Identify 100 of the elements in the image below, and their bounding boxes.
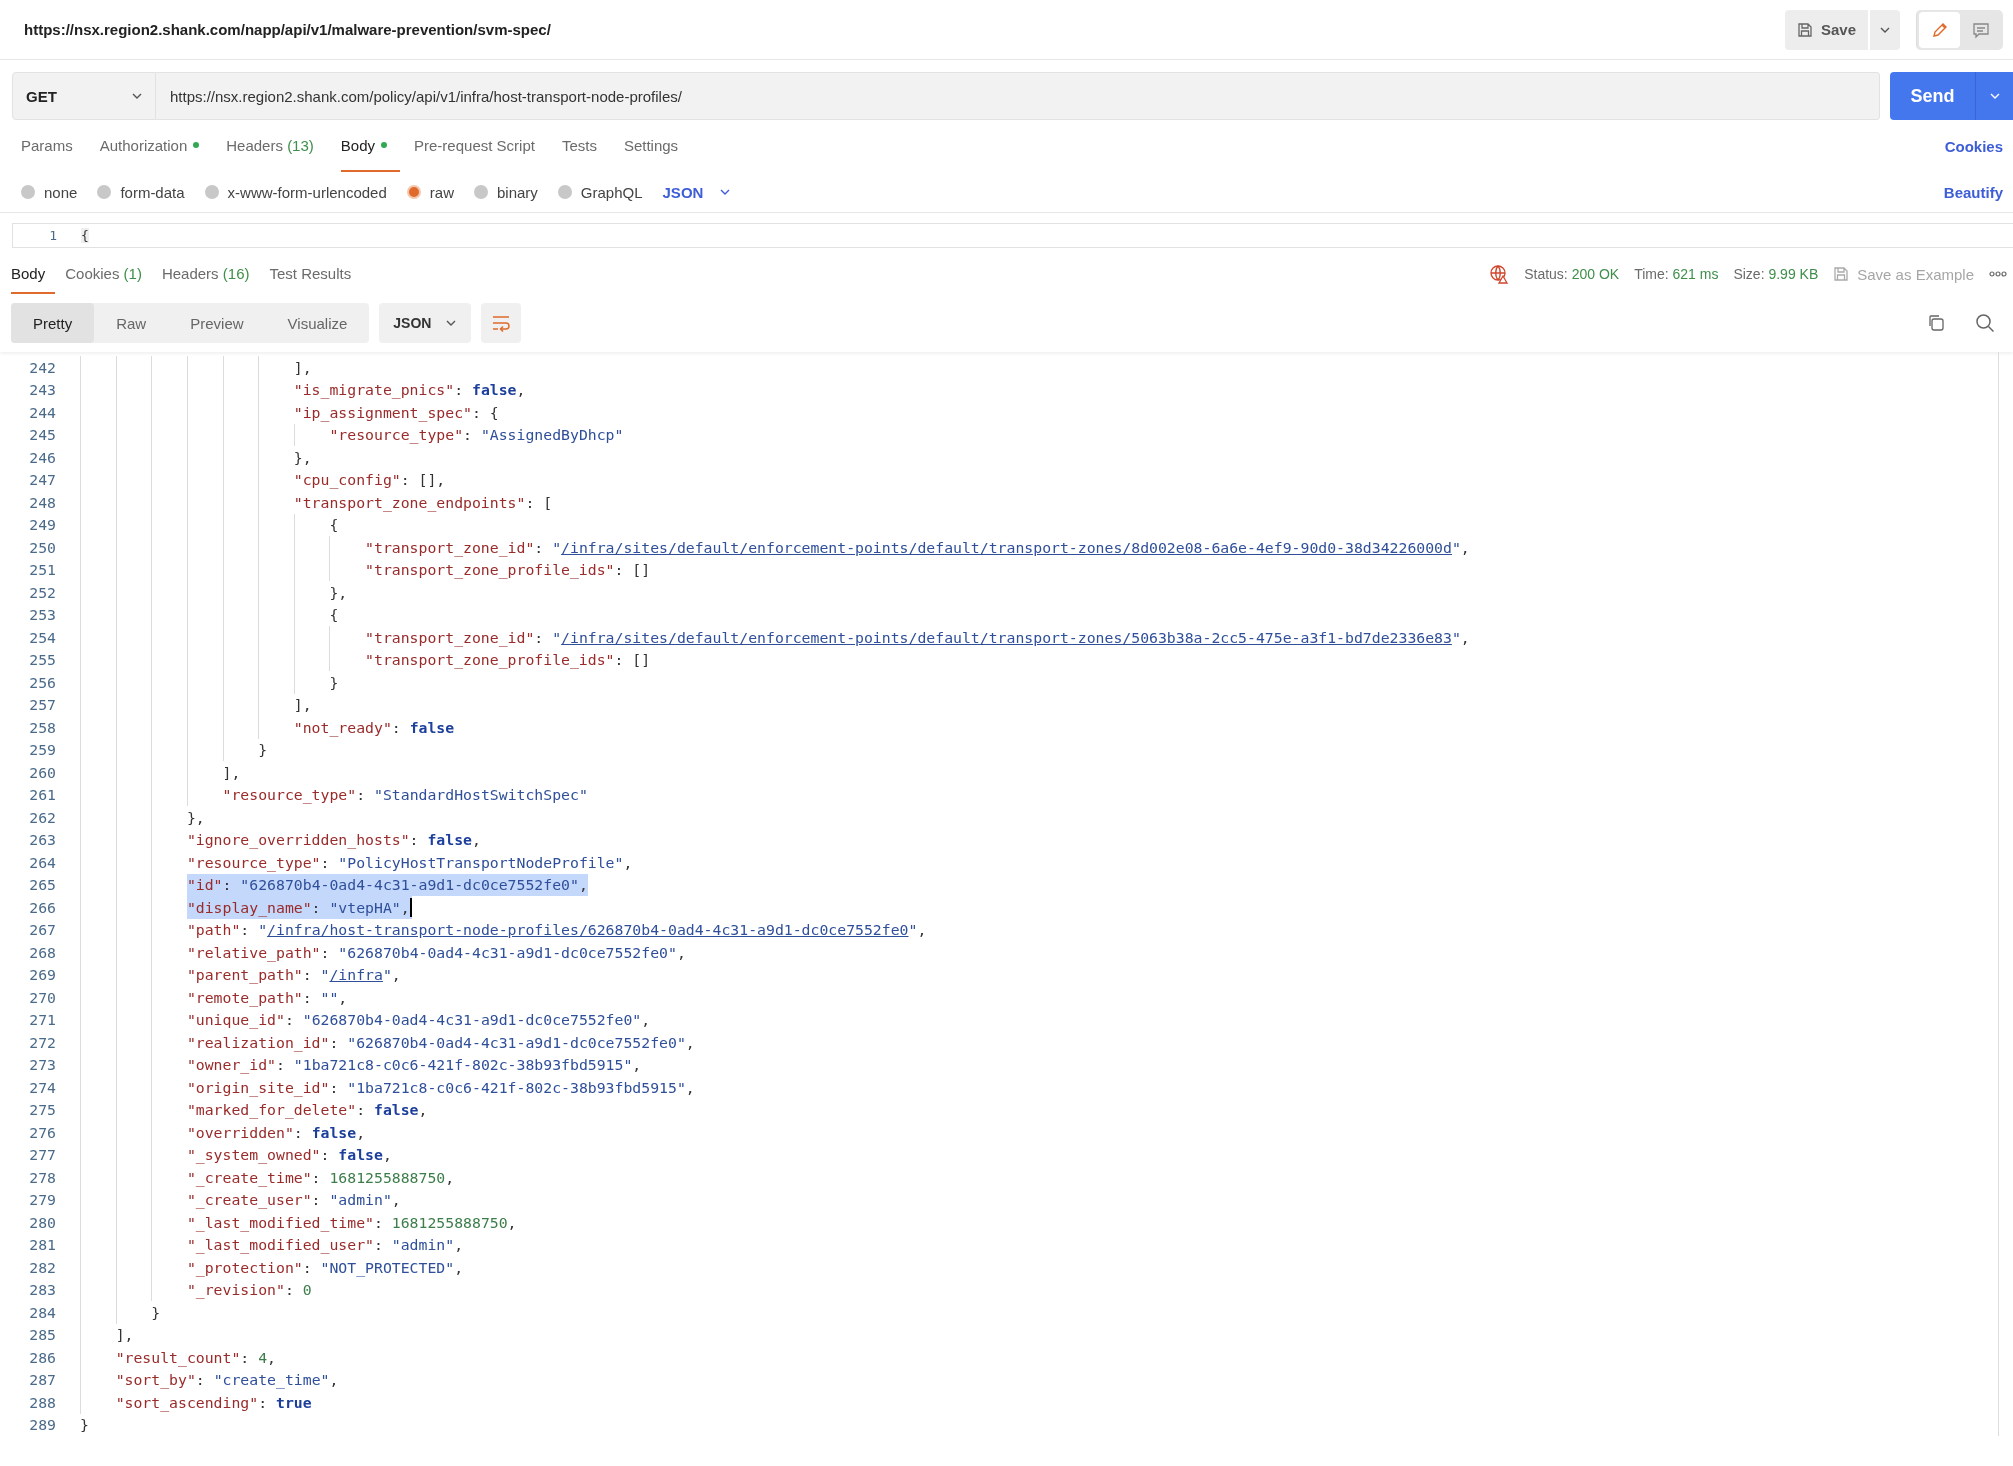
json-punctuation: : <box>356 1101 367 1119</box>
comment-icon <box>1971 20 1990 39</box>
view-mode-tab[interactable]: Visualize <box>265 303 370 343</box>
line-number: 273 <box>28 1056 56 1074</box>
json-punctuation: ], <box>222 763 241 781</box>
json-key: "resource_type" <box>222 786 357 804</box>
request-tab[interactable]: Authorization <box>99 120 213 172</box>
response-tab[interactable]: Headers (16) <box>161 254 260 294</box>
body-type-radio[interactable]: binary <box>473 183 538 201</box>
response-tab[interactable]: Body <box>11 254 56 294</box>
json-string: "NOT_PROTECTED" <box>320 1258 455 1276</box>
json-punctuation: : <box>240 1348 251 1366</box>
json-punctuation: { <box>329 606 339 624</box>
beautify-link[interactable]: Beautify <box>1943 183 2003 201</box>
line-number: 260 <box>28 763 56 781</box>
json-link[interactable]: /infra <box>329 966 383 984</box>
json-key: "id" <box>186 876 223 894</box>
body-type-radio[interactable]: GraphQL <box>557 183 643 201</box>
request-title: https://nsx.region2.shank.com/napp/api/v1/malware-prevention/svm-spec/ <box>24 21 551 38</box>
response-tab[interactable]: Cookies (1) <box>65 254 152 294</box>
json-key: "path" <box>186 921 241 939</box>
json-punctuation: : <box>302 966 313 984</box>
method-dropdown[interactable]: GET <box>12 72 156 120</box>
request-tab[interactable]: Pre-request Script <box>414 120 548 172</box>
line-number: 266 <box>28 898 56 916</box>
json-string: "StandardHostSwitchSpec" <box>374 786 588 804</box>
save-options-button[interactable] <box>1870 9 1900 50</box>
json-number: 4 <box>258 1348 268 1366</box>
view-mode-tab[interactable]: Pretty <box>11 303 95 343</box>
request-tab[interactable]: Settings <box>623 120 692 172</box>
json-string: "626870b4-0ad4-4c31-a9d1-dc0ce7552fe0" <box>347 1033 686 1051</box>
json-punctuation: , <box>329 1371 339 1389</box>
json-string: "admin" <box>391 1236 455 1254</box>
body-type-radio[interactable]: raw <box>406 183 454 201</box>
line-number: 270 <box>28 988 56 1006</box>
search-icon[interactable] <box>1975 313 1995 333</box>
json-key: "ignore_overridden_hosts" <box>186 831 410 849</box>
json-string: " <box>1451 538 1461 556</box>
json-key: "_revision" <box>186 1281 285 1299</box>
request-tab[interactable]: Tests <box>561 120 610 172</box>
edit-mode-button[interactable] <box>1919 11 1960 48</box>
url-input-field[interactable]: https://nsx.region2.shank.com/policy/api/v1/infra/host-transport-node-profiles/ <box>156 72 1880 120</box>
json-link[interactable]: /infra/host-transport-node-profiles/626870b4-0ad4-4c31-a9d1-dc0ce7552fe0 <box>267 921 909 939</box>
body-type-radio[interactable]: form-data <box>97 183 185 201</box>
json-punctuation: : <box>293 1123 304 1141</box>
json-key: "cpu_config" <box>293 471 401 489</box>
wrap-lines-button[interactable] <box>481 303 522 343</box>
body-type-radio[interactable]: x-www-form-urlencoded <box>204 183 387 201</box>
cookies-link[interactable]: Cookies <box>1944 137 2003 155</box>
line-number: 246 <box>28 448 56 466</box>
json-punctuation: : <box>454 381 465 399</box>
status-value: 9.99 KB <box>1768 266 1819 282</box>
request-tab[interactable]: Body <box>340 120 400 172</box>
line-number: 251 <box>28 561 56 579</box>
json-key: "is_migrate_pnics" <box>293 381 455 399</box>
json-punctuation: , <box>917 921 927 939</box>
line-number: 282 <box>28 1258 56 1276</box>
network-warning-icon[interactable] <box>1489 264 1510 284</box>
line-number: 257 <box>28 696 56 714</box>
line-number: 242 <box>28 358 56 376</box>
json-number: 1681255888750 <box>329 1168 446 1186</box>
view-mode-tab[interactable]: Preview <box>168 303 266 343</box>
copy-icon[interactable] <box>1927 314 1945 332</box>
json-key: "not_ready" <box>293 718 392 736</box>
line-number: 289 <box>28 1416 56 1434</box>
json-string: "1ba721c8-c0c6-421f-802c-38b93fbd5915" <box>347 1078 686 1096</box>
body-format-dropdown[interactable]: JSON <box>662 183 732 201</box>
request-body-editor[interactable]: 1 { <box>12 223 2013 248</box>
line-number: 263 <box>28 831 56 849</box>
request-tab[interactable]: Headers (13) <box>226 120 327 172</box>
json-punctuation: : <box>373 1213 384 1231</box>
response-format-dropdown[interactable]: JSON <box>379 303 472 343</box>
json-key: "_last_modified_user" <box>186 1236 374 1254</box>
json-boolean: false <box>374 1101 419 1119</box>
body-type-radio[interactable]: none <box>21 183 78 201</box>
view-mode-tab[interactable]: Raw <box>94 303 169 343</box>
json-punctuation: , <box>338 988 348 1006</box>
line-number: 274 <box>28 1078 56 1096</box>
more-options-icon[interactable] <box>1989 271 2007 277</box>
response-tab[interactable]: Test Results <box>269 254 362 294</box>
json-key: "parent_path" <box>186 966 303 984</box>
json-punctuation: , <box>641 1011 651 1029</box>
json-key: "ip_assignment_spec" <box>293 403 472 421</box>
line-number: 285 <box>28 1326 56 1344</box>
line-number: 244 <box>28 403 56 421</box>
json-key: "transport_zone_profile_ids" <box>365 651 615 669</box>
save-button[interactable]: Save <box>1784 9 1868 50</box>
json-link[interactable]: /infra/sites/default/enforcement-points/default/transport-zones/5063b38a-2cc5-475e-a3f1-bd7de2336e83 <box>561 628 1452 646</box>
json-key: "owner_id" <box>186 1056 276 1074</box>
line-number: 249 <box>28 516 56 534</box>
json-punctuation: : <box>463 426 473 444</box>
json-punctuation: , <box>472 831 481 849</box>
json-key: "resource_type" <box>329 426 464 444</box>
line-number: 286 <box>28 1348 56 1366</box>
json-punctuation: : <box>329 1033 340 1051</box>
json-boolean: false <box>311 1123 357 1141</box>
json-link[interactable]: /infra/sites/default/enforcement-points/default/transport-zones/8d002e08-6a6e-4ef9-90d0-38d34226000d <box>561 538 1452 556</box>
json-punctuation: : <box>240 921 251 939</box>
request-tab[interactable]: Params <box>21 120 86 172</box>
json-punctuation: : <box>320 853 331 871</box>
